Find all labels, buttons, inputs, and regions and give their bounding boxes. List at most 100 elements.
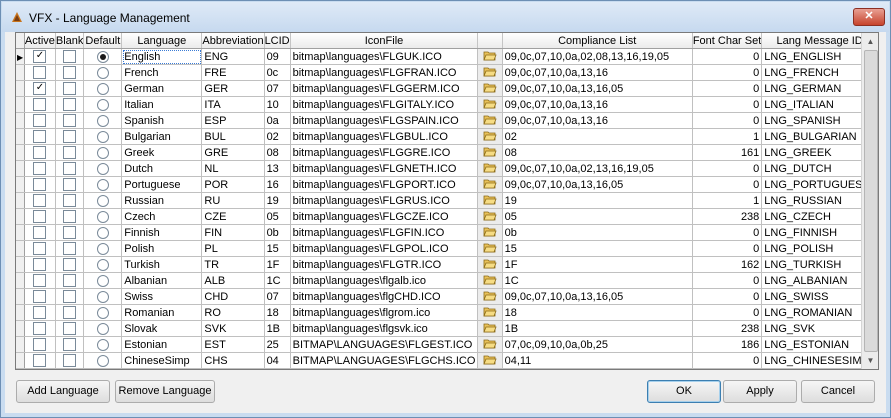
column-header-abbreviation[interactable]: Abbreviation bbox=[201, 33, 265, 49]
blank-checkbox-cell[interactable] bbox=[55, 208, 85, 225]
browse-icon-button[interactable] bbox=[477, 112, 503, 129]
lcid-cell[interactable]: 25 bbox=[264, 336, 291, 353]
default-radio[interactable] bbox=[96, 50, 109, 63]
language-cell[interactable]: German bbox=[121, 80, 203, 97]
blank-checkbox[interactable] bbox=[63, 130, 77, 143]
active-checkbox[interactable] bbox=[33, 130, 47, 143]
font-char-set-cell[interactable]: 0 bbox=[692, 80, 763, 97]
default-radio-cell[interactable] bbox=[83, 176, 123, 193]
lcid-cell[interactable]: 07 bbox=[264, 288, 291, 305]
blank-checkbox[interactable] bbox=[63, 290, 77, 303]
row-header[interactable] bbox=[16, 240, 25, 257]
table-row[interactable]: Estonian EST 25 BITMAP\LANGUAGES\FLGEST.ICO… bbox=[16, 336, 878, 353]
column-header-lcid[interactable]: LCID bbox=[264, 33, 291, 49]
language-cell[interactable]: English bbox=[121, 48, 203, 65]
active-checkbox[interactable]: ✓ bbox=[33, 50, 47, 63]
active-checkbox-cell[interactable] bbox=[24, 96, 56, 113]
active-checkbox-cell[interactable] bbox=[24, 128, 56, 145]
default-radio-cell[interactable] bbox=[83, 224, 123, 241]
active-checkbox-cell[interactable] bbox=[24, 208, 56, 225]
language-cell[interactable]: Italian bbox=[121, 96, 203, 113]
row-header[interactable]: ▶ bbox=[16, 48, 25, 65]
active-checkbox-cell[interactable] bbox=[24, 112, 56, 129]
blank-checkbox[interactable] bbox=[63, 354, 77, 367]
browse-icon-button[interactable] bbox=[477, 192, 503, 209]
font-char-set-cell[interactable]: 0 bbox=[692, 288, 763, 305]
font-char-set-cell[interactable]: 161 bbox=[692, 144, 763, 161]
browse-icon-button[interactable] bbox=[477, 320, 503, 337]
compliance-list-cell[interactable]: 08 bbox=[502, 144, 693, 161]
abbreviation-cell[interactable]: ENG bbox=[201, 48, 265, 65]
default-radio-cell[interactable] bbox=[83, 304, 123, 321]
default-radio[interactable] bbox=[96, 146, 109, 159]
iconfile-cell[interactable]: bitmap\languages\FLGITALY.ICO bbox=[290, 96, 479, 113]
browse-icon-button[interactable] bbox=[477, 272, 503, 289]
blank-checkbox-cell[interactable] bbox=[55, 160, 85, 177]
blank-checkbox-cell[interactable] bbox=[55, 96, 85, 113]
default-radio[interactable] bbox=[96, 226, 109, 239]
browse-icon-button[interactable] bbox=[477, 64, 503, 81]
language-cell[interactable]: Bulgarian bbox=[121, 128, 203, 145]
iconfile-cell[interactable]: bitmap\languages\flgCHD.ICO bbox=[290, 288, 479, 305]
compliance-list-cell[interactable]: 05 bbox=[502, 208, 693, 225]
blank-checkbox-cell[interactable] bbox=[55, 224, 85, 241]
language-cell[interactable]: Polish bbox=[121, 240, 203, 257]
browse-icon-button[interactable] bbox=[477, 96, 503, 113]
language-cell[interactable]: Czech bbox=[121, 208, 203, 225]
compliance-list-cell[interactable]: 09,0c,07,10,0a,13,16,05 bbox=[502, 288, 693, 305]
default-radio[interactable] bbox=[96, 66, 109, 79]
iconfile-cell[interactable]: bitmap\languages\FLGNETH.ICO bbox=[290, 160, 479, 177]
lcid-cell[interactable]: 02 bbox=[264, 128, 291, 145]
font-char-set-cell[interactable]: 0 bbox=[692, 272, 763, 289]
active-checkbox[interactable] bbox=[33, 258, 47, 271]
font-char-set-cell[interactable]: 0 bbox=[692, 176, 763, 193]
default-radio[interactable] bbox=[96, 338, 109, 351]
blank-checkbox[interactable] bbox=[63, 338, 77, 351]
abbreviation-cell[interactable]: RU bbox=[201, 192, 265, 209]
ok-button[interactable]: OK bbox=[647, 380, 721, 403]
default-radio-cell[interactable] bbox=[83, 192, 123, 209]
blank-checkbox-cell[interactable] bbox=[55, 176, 85, 193]
cancel-button[interactable]: Cancel bbox=[801, 380, 875, 403]
blank-checkbox[interactable] bbox=[63, 66, 77, 79]
blank-checkbox[interactable] bbox=[63, 50, 77, 63]
active-checkbox[interactable] bbox=[33, 162, 47, 175]
active-checkbox[interactable] bbox=[33, 306, 47, 319]
table-row[interactable]: Polish PL 15 bitmap\languages\FLGPOL.ICO 15 0… bbox=[16, 240, 878, 257]
iconfile-cell[interactable]: bitmap\languages\flgsvk.ico bbox=[290, 320, 479, 337]
default-radio-cell[interactable] bbox=[83, 144, 123, 161]
font-char-set-cell[interactable]: 238 bbox=[692, 208, 763, 225]
compliance-list-cell[interactable]: 09,0c,07,10,0a,02,08,13,16,19,05 bbox=[502, 48, 693, 65]
iconfile-cell[interactable]: bitmap\languages\FLGRUS.ICO bbox=[290, 192, 479, 209]
browse-icon-button[interactable] bbox=[477, 240, 503, 257]
table-row[interactable]: Czech CZE 05 bitmap\languages\FLGCZE.ICO 05 2… bbox=[16, 208, 878, 225]
browse-icon-button[interactable] bbox=[477, 208, 503, 225]
default-radio[interactable] bbox=[96, 98, 109, 111]
row-header[interactable] bbox=[16, 128, 25, 145]
column-header-browse[interactable] bbox=[477, 33, 503, 49]
default-radio-cell[interactable] bbox=[83, 128, 123, 145]
language-cell[interactable]: ChineseSimp bbox=[121, 352, 203, 369]
compliance-list-cell[interactable]: 07,0c,09,10,0a,0b,25 bbox=[502, 336, 693, 353]
iconfile-cell[interactable]: bitmap\languages\FLGGRE.ICO bbox=[290, 144, 479, 161]
default-radio[interactable] bbox=[96, 274, 109, 287]
browse-icon-button[interactable] bbox=[477, 48, 503, 65]
active-checkbox[interactable] bbox=[33, 338, 47, 351]
default-radio[interactable] bbox=[96, 290, 109, 303]
abbreviation-cell[interactable]: FRE bbox=[201, 64, 265, 81]
lcid-cell[interactable]: 18 bbox=[264, 304, 291, 321]
column-header-font-char-set[interactable]: Font Char Set bbox=[692, 33, 763, 49]
iconfile-cell[interactable]: bitmap\languages\FLGFRAN.ICO bbox=[290, 64, 479, 81]
table-row[interactable]: Albanian ALB 1C bitmap\languages\flgalb.ico… bbox=[16, 272, 878, 289]
browse-icon-button[interactable] bbox=[477, 80, 503, 97]
active-checkbox[interactable] bbox=[33, 226, 47, 239]
default-radio-cell[interactable] bbox=[83, 96, 123, 113]
blank-checkbox-cell[interactable] bbox=[55, 48, 85, 65]
row-header[interactable] bbox=[16, 224, 25, 241]
language-cell[interactable]: Spanish bbox=[121, 112, 203, 129]
browse-icon-button[interactable] bbox=[477, 352, 503, 369]
active-checkbox-cell[interactable] bbox=[24, 288, 56, 305]
table-row[interactable]: Portuguese POR 16 bitmap\languages\FLGPORT.… bbox=[16, 176, 878, 193]
table-row[interactable]: ChineseSimp CHS 04 BITMAP\LANGUAGES\FLGCHS.… bbox=[16, 352, 878, 369]
blank-checkbox[interactable] bbox=[63, 258, 77, 271]
